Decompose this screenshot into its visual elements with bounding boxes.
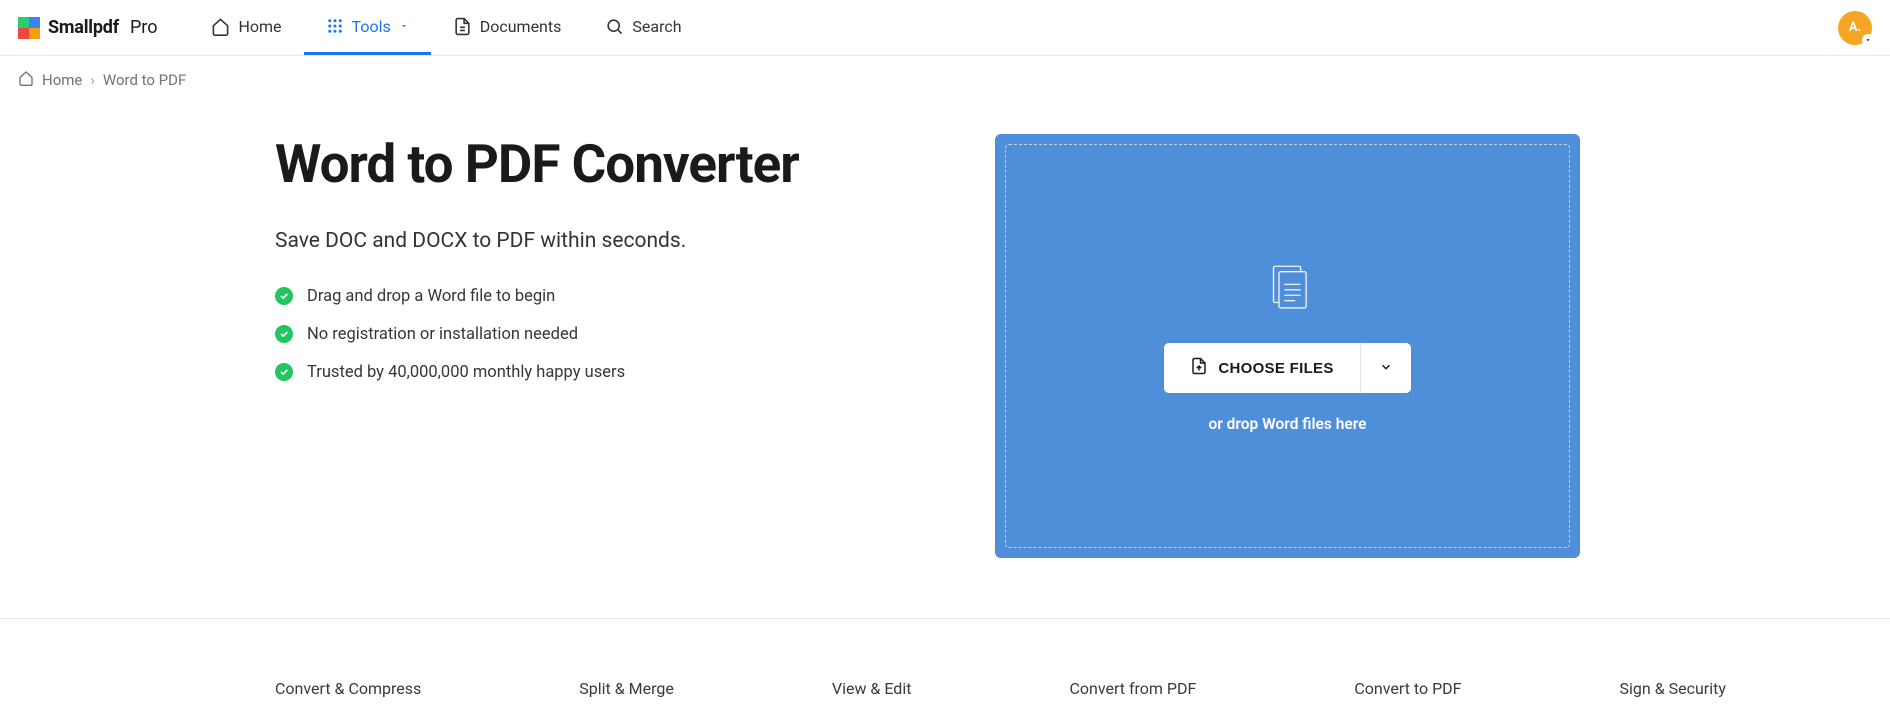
bullet-item: No registration or installation needed [275, 325, 915, 344]
categories-row: Convert & Compress Split & Merge View & … [0, 619, 1890, 698]
bullet-text: Drag and drop a Word file to begin [307, 287, 555, 306]
dropzone-inner: CHOOSE FILES or drop Word files here [1005, 144, 1570, 548]
nav-home[interactable]: Home [189, 0, 303, 55]
bullet-item: Drag and drop a Word file to begin [275, 287, 915, 306]
files-icon [1259, 259, 1317, 321]
choose-files-dropdown[interactable] [1360, 343, 1411, 393]
nav-label: Home [238, 17, 281, 36]
nav-label: Documents [480, 17, 562, 36]
page-subtitle: Save DOC and DOCX to PDF within seconds. [275, 229, 915, 253]
nav-documents[interactable]: Documents [431, 0, 584, 55]
category-split-merge[interactable]: Split & Merge [579, 679, 674, 698]
breadcrumb: Home › Word to PDF [0, 56, 1890, 104]
nav-tools[interactable]: Tools [304, 0, 431, 55]
breadcrumb-current: Word to PDF [103, 71, 186, 89]
user-avatar[interactable]: A. [1838, 11, 1872, 45]
search-icon [605, 17, 624, 36]
nav-label: Search [632, 17, 681, 36]
document-icon [453, 17, 472, 36]
nav-label: Tools [352, 17, 391, 36]
bullet-text: Trusted by 40,000,000 monthly happy user… [307, 363, 625, 382]
file-upload-icon [1190, 357, 1208, 379]
logo[interactable]: Smallpdf Pro [18, 17, 157, 39]
drop-hint: or drop Word files here [1208, 415, 1366, 433]
check-icon [275, 325, 293, 343]
dropzone[interactable]: CHOOSE FILES or drop Word files here [995, 134, 1580, 558]
logo-suffix: Pro [130, 17, 158, 38]
breadcrumb-home[interactable]: Home [42, 71, 82, 89]
caret-down-icon [399, 21, 409, 31]
bullet-item: Trusted by 40,000,000 monthly happy user… [275, 363, 915, 382]
main-content: Word to PDF Converter Save DOC and DOCX … [0, 104, 1890, 618]
choose-files-label: CHOOSE FILES [1218, 360, 1333, 377]
caret-down-icon [1862, 34, 1874, 46]
category-convert-from-pdf[interactable]: Convert from PDF [1069, 679, 1196, 698]
logo-text: Smallpdf [48, 17, 119, 38]
breadcrumb-separator: › [90, 71, 95, 89]
grid-icon [326, 17, 344, 35]
category-convert-to-pdf[interactable]: Convert to PDF [1354, 679, 1461, 698]
bullet-text: No registration or installation needed [307, 325, 578, 344]
top-header: Smallpdf Pro Home Tools Documents [0, 0, 1890, 56]
page-title: Word to PDF Converter [275, 134, 915, 195]
main-nav: Home Tools Documents Search [189, 0, 703, 55]
feature-bullets: Drag and drop a Word file to begin No re… [275, 287, 915, 382]
home-icon [211, 17, 230, 36]
choose-files-button[interactable]: CHOOSE FILES [1164, 343, 1359, 393]
avatar-initials: A. [1849, 20, 1861, 35]
check-icon [275, 287, 293, 305]
category-sign-security[interactable]: Sign & Security [1620, 679, 1726, 698]
check-icon [275, 363, 293, 381]
hero-text: Word to PDF Converter Save DOC and DOCX … [275, 134, 915, 558]
logo-icon [18, 17, 40, 39]
category-convert-compress[interactable]: Convert & Compress [275, 679, 421, 698]
nav-search[interactable]: Search [583, 0, 703, 55]
home-icon [18, 70, 34, 90]
chevron-down-icon [1379, 359, 1393, 378]
choose-files-group: CHOOSE FILES [1164, 343, 1410, 393]
category-view-edit[interactable]: View & Edit [832, 679, 912, 698]
